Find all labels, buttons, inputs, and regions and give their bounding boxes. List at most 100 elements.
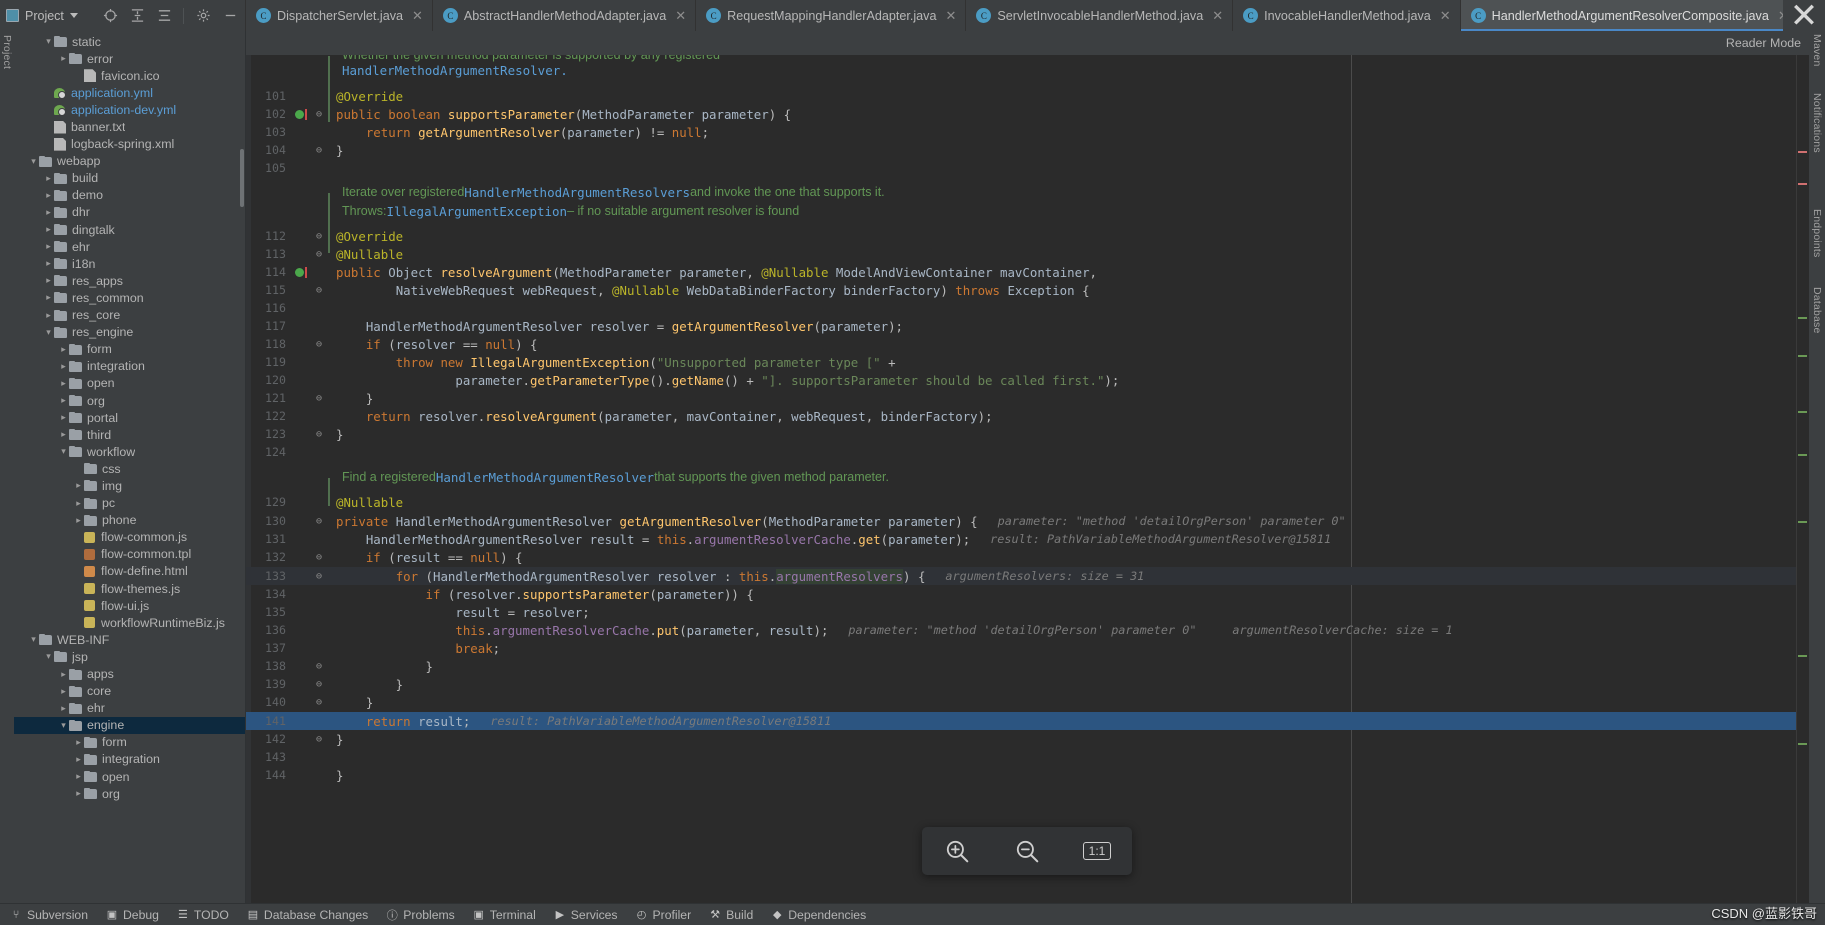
- close-tab-icon[interactable]: ✕: [1440, 8, 1451, 24]
- code-lines[interactable]: Whether the given method parameter is su…: [246, 55, 1809, 903]
- chevron-right-icon[interactable]: [58, 344, 69, 355]
- tree-node[interactable]: application-dev.yml: [14, 101, 245, 118]
- status-bar-item-problems[interactable]: ⓘ Problems: [386, 908, 455, 922]
- fold-icon[interactable]: ⊖: [308, 339, 330, 350]
- fold-icon[interactable]: ⊖: [308, 231, 330, 242]
- chevron-right-icon[interactable]: [58, 429, 69, 440]
- chevron-down-icon[interactable]: [28, 156, 39, 167]
- fold-icon[interactable]: ⊖: [308, 679, 330, 690]
- tree-node[interactable]: ehr: [14, 238, 245, 255]
- status-bar-item-debug[interactable]: ▣ Debug: [106, 908, 159, 922]
- code-line[interactable]: 144}: [246, 766, 1809, 784]
- chevron-down-icon[interactable]: [43, 327, 54, 338]
- error-stripe-marker[interactable]: [1798, 521, 1807, 523]
- code-line[interactable]: 137 break;: [246, 639, 1809, 657]
- code-editor[interactable]: Whether the given method parameter is su…: [246, 55, 1809, 903]
- tree-node[interactable]: flow-define.html: [14, 563, 245, 580]
- chevron-right-icon[interactable]: [58, 669, 69, 680]
- fold-icon[interactable]: ⊖: [308, 249, 330, 260]
- tree-node[interactable]: form: [14, 341, 245, 358]
- chevron-right-icon[interactable]: [43, 258, 54, 269]
- chevron-down-icon[interactable]: [58, 720, 69, 731]
- chevron-right-icon[interactable]: [58, 686, 69, 697]
- line-marker[interactable]: [294, 108, 308, 120]
- chevron-right-icon[interactable]: [73, 498, 84, 509]
- code-line[interactable]: 120 parameter.getParameterType().getName…: [246, 371, 1809, 389]
- chevron-right-icon[interactable]: [43, 173, 54, 184]
- breakpoint-icon[interactable]: [295, 109, 304, 119]
- tree-node[interactable]: core: [14, 683, 245, 700]
- code-line[interactable]: 138 ⊖ }: [246, 657, 1809, 675]
- code-line[interactable]: 129 @Nullable: [246, 493, 1809, 511]
- tree-node[interactable]: integration: [14, 751, 245, 768]
- tree-node[interactable]: engine: [14, 716, 245, 734]
- tree-node[interactable]: flow-common.tpl: [14, 546, 245, 563]
- tree-node[interactable]: demo: [14, 187, 245, 204]
- chevron-down-icon[interactable]: [28, 634, 39, 645]
- tree-node[interactable]: org: [14, 392, 245, 409]
- tree-node[interactable]: i18n: [14, 255, 245, 272]
- tree-node[interactable]: ehr: [14, 700, 245, 717]
- line-marker[interactable]: [294, 266, 308, 278]
- tree-node[interactable]: workflow: [14, 443, 245, 460]
- tree-node[interactable]: dingtalk: [14, 221, 245, 238]
- editor-tab[interactable]: C RequestMappingHandlerAdapter.java ✕: [696, 0, 967, 31]
- chevron-right-icon[interactable]: [43, 310, 54, 321]
- code-line[interactable]: 139 ⊖ }: [246, 675, 1809, 693]
- project-tree[interactable]: static error favicon.ico application.yml app…: [14, 31, 246, 903]
- chevron-down-icon[interactable]: [69, 13, 78, 18]
- chevron-right-icon[interactable]: [58, 395, 69, 406]
- code-line[interactable]: 119 throw new IllegalArgumentException("…: [246, 353, 1809, 371]
- tree-node[interactable]: portal: [14, 409, 245, 426]
- rail-label-project[interactable]: Project: [1, 35, 13, 69]
- tree-node[interactable]: flow-common.js: [14, 529, 245, 546]
- chevron-right-icon[interactable]: [58, 53, 69, 64]
- tree-node[interactable]: logback-spring.xml: [14, 136, 245, 153]
- tree-node[interactable]: res_core: [14, 307, 245, 324]
- fold-icon[interactable]: ⊖: [308, 734, 330, 745]
- code-line[interactable]: 103 return getArgumentResolver(parameter…: [246, 123, 1809, 141]
- error-stripe-marker-rail[interactable]: [1796, 55, 1809, 903]
- tree-node[interactable]: jsp: [14, 648, 245, 665]
- code-line[interactable]: 113 ⊖ @Nullable: [246, 245, 1809, 263]
- code-line[interactable]: 136 this.argumentResolverCache.put(param…: [246, 621, 1809, 639]
- rail-label-notifications[interactable]: Notifications: [1811, 93, 1823, 153]
- code-line[interactable]: 141 return result; result: PathVariableMe…: [246, 712, 1809, 731]
- code-line[interactable]: 122 return resolver.resolveArgument(para…: [246, 407, 1809, 425]
- error-stripe-marker[interactable]: [1798, 355, 1807, 357]
- editor-tab[interactable]: C ServletInvocableHandlerMethod.java ✕: [966, 0, 1234, 31]
- chevron-right-icon[interactable]: [73, 480, 84, 491]
- fold-icon[interactable]: ⊖: [308, 697, 330, 708]
- tree-node[interactable]: open: [14, 768, 245, 785]
- chevron-right-icon[interactable]: [73, 771, 84, 782]
- code-line[interactable]: 143: [246, 748, 1809, 766]
- tree-node[interactable]: third: [14, 426, 245, 443]
- tree-node[interactable]: css: [14, 460, 245, 477]
- tree-node[interactable]: org: [14, 785, 245, 802]
- zoom-in-icon[interactable]: [940, 834, 974, 868]
- code-line[interactable]: 118 ⊖ if (resolver == null) {: [246, 335, 1809, 353]
- chevron-right-icon[interactable]: [43, 241, 54, 252]
- code-line[interactable]: 102 ⊖ public boolean supportsParameter(Met…: [246, 105, 1809, 123]
- editor-tab[interactable]: C HandlerMethodArgumentResolverComposite.…: [1460, 0, 1783, 31]
- tree-node[interactable]: banner.txt: [14, 118, 245, 135]
- error-stripe-marker[interactable]: [1798, 151, 1807, 153]
- expand-all-icon[interactable]: [129, 8, 145, 24]
- breakpoint-icon[interactable]: [295, 267, 304, 277]
- fold-icon[interactable]: ⊖: [308, 109, 330, 120]
- code-line[interactable]: 121 ⊖ }: [246, 389, 1809, 407]
- tree-scrollbar[interactable]: [240, 149, 244, 207]
- chevron-right-icon[interactable]: [73, 788, 84, 799]
- fold-icon[interactable]: ⊖: [308, 145, 330, 156]
- chevron-down-icon[interactable]: [58, 446, 69, 457]
- close-tab-icon[interactable]: ✕: [675, 8, 686, 24]
- tree-node[interactable]: pc: [14, 495, 245, 512]
- tree-node[interactable]: form: [14, 734, 245, 751]
- fold-icon[interactable]: ⊖: [308, 552, 330, 563]
- tree-node[interactable]: error: [14, 50, 245, 67]
- error-stripe-marker[interactable]: [1798, 454, 1807, 456]
- code-line[interactable]: 101 @Override: [246, 87, 1809, 105]
- code-line[interactable]: 104 ⊖}: [246, 141, 1809, 159]
- code-line[interactable]: 112 ⊖ @Override: [246, 227, 1809, 245]
- tree-node[interactable]: application.yml: [14, 84, 245, 101]
